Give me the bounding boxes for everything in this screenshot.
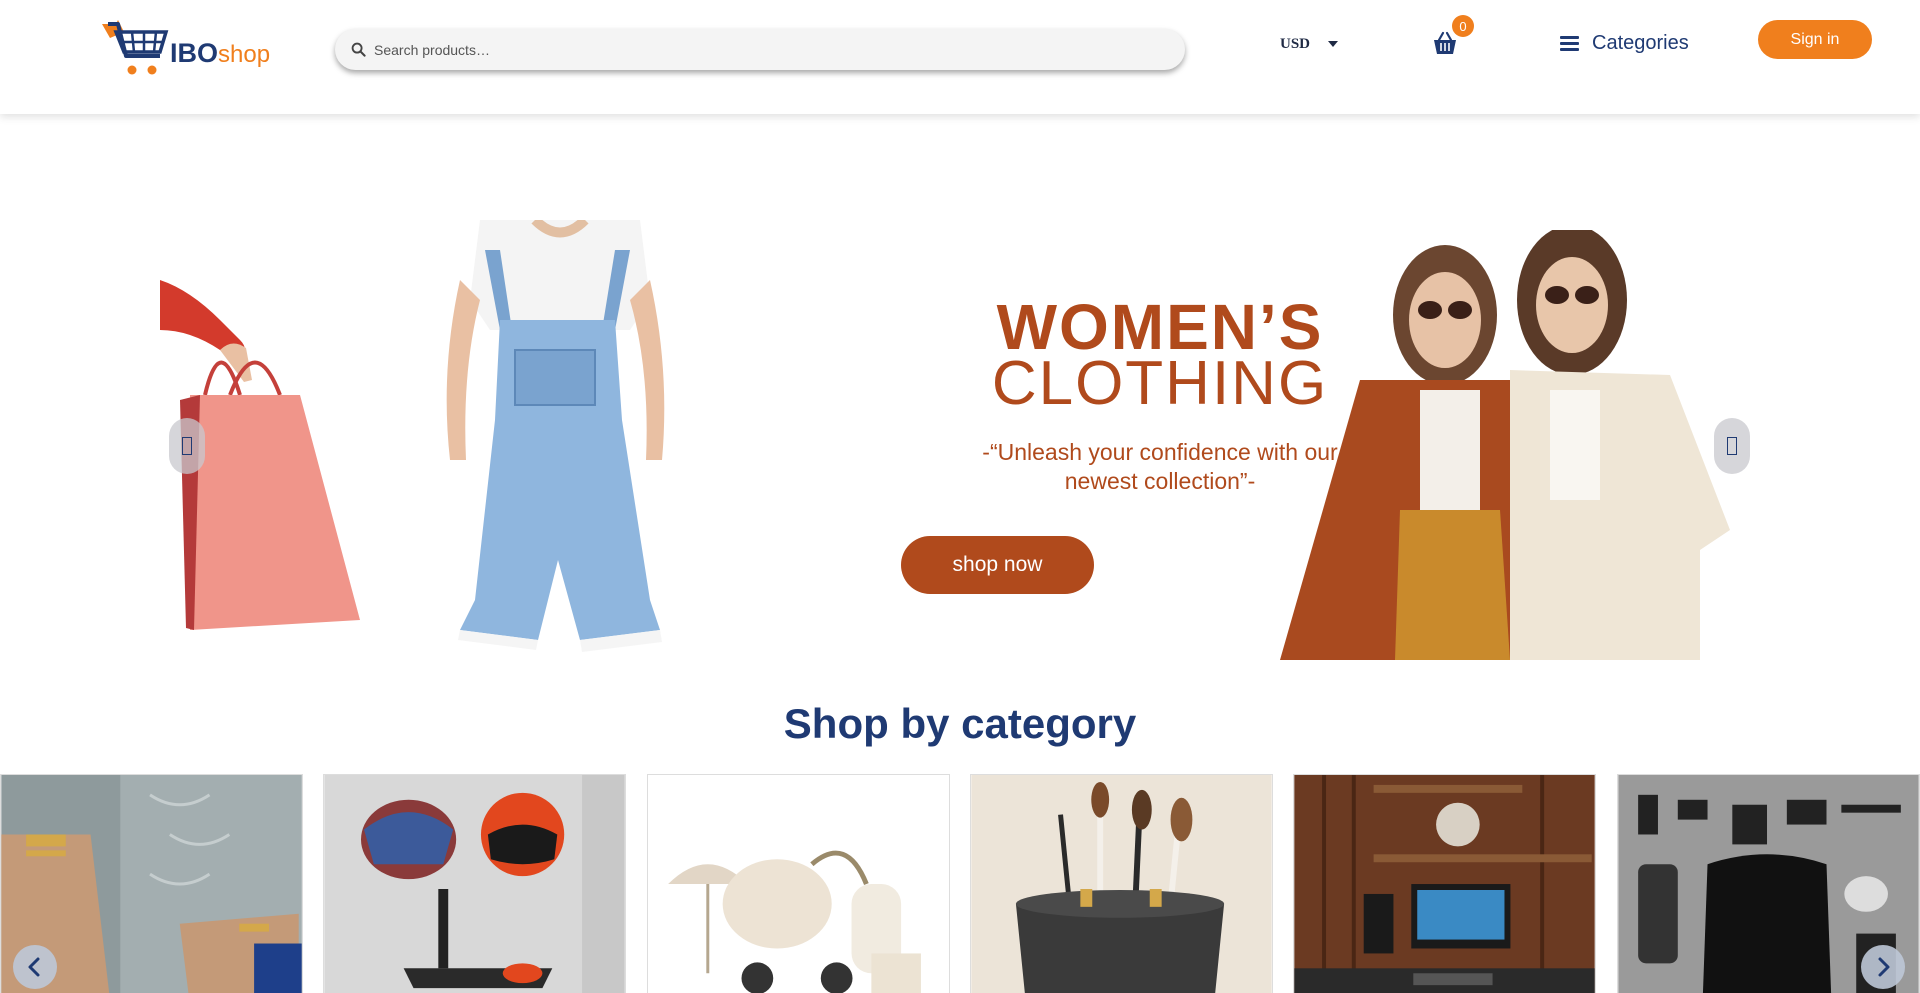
slider-next-button[interactable]	[1714, 418, 1750, 474]
search-input[interactable]	[374, 41, 1154, 58]
slider-prev-button[interactable]	[169, 418, 205, 474]
sign-in-button[interactable]: Sign in	[1758, 20, 1872, 59]
cart-count-badge: 0	[1452, 15, 1474, 37]
category-tile[interactable]	[323, 774, 626, 993]
section-title: Shop by category	[783, 700, 1137, 747]
logo-brand: IBO	[170, 37, 219, 68]
desk-setup-image	[1294, 775, 1595, 993]
makeup-brushes-image	[971, 775, 1272, 993]
hero-title-line2: CLOTHING	[991, 349, 1329, 418]
currency-select[interactable]: USD	[1280, 33, 1339, 55]
carousel-prev-button[interactable]	[13, 945, 57, 989]
currency-value: USD	[1280, 35, 1311, 52]
logo-suffix: shop	[218, 40, 271, 68]
shop-now-button[interactable]: shop now	[901, 536, 1094, 594]
categories-label: Categories	[1592, 32, 1689, 54]
prev-icon	[182, 437, 192, 455]
hero-slider: WOMEN’S CLOTHING -“Unleash your confiden…	[160, 220, 1750, 660]
category-tile[interactable]	[970, 774, 1273, 993]
chevron-down-icon	[1328, 41, 1339, 47]
cart-logo-icon	[102, 20, 169, 75]
search-bar	[335, 29, 1185, 70]
category-carousel	[0, 774, 1920, 993]
category-tile[interactable]	[1293, 774, 1596, 993]
logo-text: IBOshop	[170, 38, 270, 69]
logo[interactable]: IBOshop	[98, 18, 283, 82]
basket-icon	[1434, 31, 1456, 54]
site-header: IBOshop USD 0 Categories Sign in	[0, 0, 1920, 114]
carousel-next-button[interactable]	[1861, 945, 1905, 989]
chevron-right-icon	[1878, 957, 1890, 977]
menu-icon	[1560, 33, 1579, 54]
helmet-rack-image	[324, 775, 625, 993]
hero-tagline: -“Unleash your confidence with our newes…	[982, 439, 1338, 494]
stroller-image	[648, 775, 949, 993]
categories-menu-button[interactable]: Categories	[1560, 32, 1689, 55]
next-icon	[1727, 437, 1737, 455]
category-tile[interactable]	[647, 774, 950, 993]
search-icon	[351, 42, 366, 57]
chevron-left-icon	[28, 957, 40, 977]
denim-overall-image	[446, 220, 665, 652]
